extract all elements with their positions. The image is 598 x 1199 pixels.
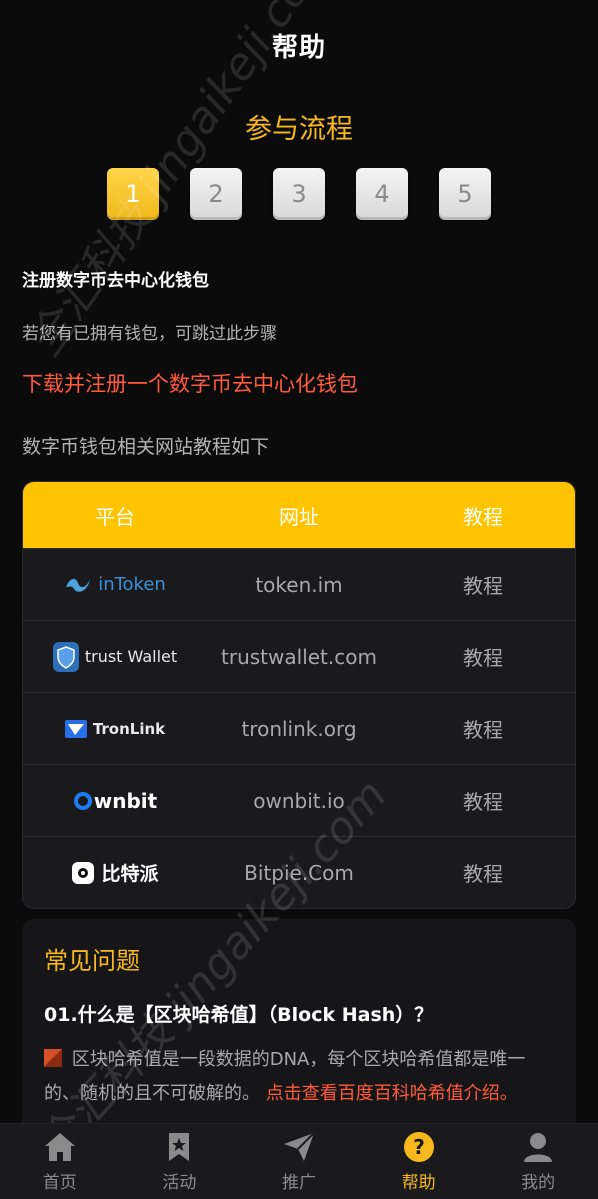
- platform-cell: trust Wallet: [23, 641, 207, 672]
- tab-label: 首页: [42, 1173, 77, 1193]
- header-tutorial: 教程: [463, 504, 503, 529]
- step-5-button[interactable]: 5: [439, 168, 491, 220]
- bitpie-logo-icon: [72, 861, 95, 884]
- step-selector: 1 2 3 4 5: [0, 168, 598, 220]
- step-3-button[interactable]: 3: [273, 168, 325, 220]
- ownbit-logo: wnbit: [73, 789, 157, 813]
- wallet-table: 平台 网址 教程 inToken token.im 教程 trust Walle…: [22, 481, 576, 909]
- tutorial-link[interactable]: 教程: [391, 570, 575, 599]
- tab-label: 活动: [162, 1173, 197, 1193]
- tronlink-logo: TronLink: [64, 719, 166, 738]
- header-url: 网址: [279, 504, 319, 529]
- svg-text:?: ?: [413, 1135, 425, 1159]
- question-icon: ?: [403, 1132, 434, 1162]
- platform-cell: inToken: [23, 574, 207, 595]
- table-row: TronLink tronlink.org 教程: [23, 692, 575, 764]
- table-row: 比特派 Bitpie.Com 教程: [23, 836, 575, 908]
- url-cell[interactable]: trustwallet.com: [207, 645, 391, 669]
- bookmark-star-icon: [169, 1133, 190, 1161]
- bullet-mark-icon: [44, 1049, 62, 1067]
- table-row: trust Wallet trustwallet.com 教程: [23, 620, 575, 692]
- step-description: 数字币钱包相关网站教程如下: [22, 436, 270, 458]
- step-2-button[interactable]: 2: [190, 168, 242, 220]
- tab-activity[interactable]: 活动: [120, 1124, 240, 1199]
- step-4-button[interactable]: 4: [356, 168, 408, 220]
- faq-answer: 区块哈希值是一段数据的DNA，每个区块哈希值都是唯一的、随机的且不可破解的。 点…: [44, 1043, 554, 1111]
- download-wallet-link[interactable]: 下载并注册一个数字币去中心化钱包: [22, 368, 576, 398]
- tutorial-link[interactable]: 教程: [391, 714, 575, 743]
- platform-name: inToken: [98, 574, 166, 595]
- intoken-logo-icon: [66, 578, 91, 592]
- url-cell[interactable]: ownbit.io: [207, 789, 391, 813]
- platform-name: 比特派: [101, 863, 159, 885]
- faq-title: 常见问题: [44, 947, 140, 975]
- tab-mine[interactable]: 我的: [478, 1124, 598, 1199]
- tab-label: 推广: [281, 1173, 316, 1193]
- tronlink-logo-icon: [64, 719, 87, 738]
- step-heading: 注册数字币去中心化钱包: [22, 271, 209, 291]
- table-header: 平台 网址 教程: [23, 482, 575, 548]
- platform-name: TronLink: [92, 719, 166, 738]
- url-cell[interactable]: Bitpie.Com: [207, 861, 391, 885]
- url-cell[interactable]: tronlink.org: [207, 717, 391, 741]
- faq-question: 01.什么是【区块哈希值】（Block Hash）？: [44, 1004, 434, 1026]
- header: 帮助: [0, 0, 598, 90]
- faq-section: 常见问题 01.什么是【区块哈希值】（Block Hash）？ 区块哈希值是一段…: [22, 919, 576, 1151]
- tab-help[interactable]: ? 帮助: [359, 1124, 479, 1199]
- tab-promotion[interactable]: 推广: [239, 1124, 359, 1199]
- tab-label: 我的: [521, 1173, 556, 1193]
- tutorial-link[interactable]: 教程: [391, 858, 575, 887]
- trust-wallet-shield-icon: [52, 641, 79, 672]
- user-icon: [524, 1133, 553, 1162]
- tutorial-link[interactable]: 教程: [391, 786, 575, 815]
- table-row: inToken token.im 教程: [23, 548, 575, 620]
- paper-plane-icon: [283, 1132, 315, 1161]
- tutorial-link[interactable]: 教程: [391, 642, 575, 671]
- step-content: 注册数字币去中心化钱包 若您有已拥有钱包，可跳过此步骤 下载并注册一个数字币去中…: [0, 266, 598, 459]
- flow-title: 参与流程: [245, 114, 353, 145]
- baidu-hash-link[interactable]: 点击查看百度百科哈希值介绍。: [266, 1083, 518, 1104]
- url-cell[interactable]: token.im: [207, 573, 391, 597]
- tab-label: 帮助: [401, 1173, 436, 1193]
- trust-wallet-logo: trust Wallet: [52, 641, 178, 672]
- step-note: 若您有已拥有钱包，可跳过此步骤: [22, 324, 277, 344]
- page-title: 帮助: [271, 32, 326, 63]
- tab-home[interactable]: 首页: [0, 1124, 120, 1199]
- table-row: wnbit ownbit.io 教程: [23, 764, 575, 836]
- step-1-button[interactable]: 1: [107, 168, 159, 220]
- ownbit-logo-icon: [73, 791, 92, 810]
- header-platform: 平台: [95, 504, 135, 529]
- platform-name: trust Wallet: [84, 647, 178, 666]
- platform-name: wnbit: [93, 788, 158, 813]
- platform-cell: 比特派: [23, 859, 207, 886]
- home-icon: [44, 1133, 75, 1161]
- bitpie-logo: 比特派: [71, 859, 159, 886]
- intoken-logo: inToken: [64, 574, 166, 595]
- bottom-tabbar: 首页 活动 推广 ? 帮助 我的: [0, 1123, 598, 1199]
- platform-cell: TronLink: [23, 719, 207, 738]
- platform-cell: wnbit: [23, 789, 207, 813]
